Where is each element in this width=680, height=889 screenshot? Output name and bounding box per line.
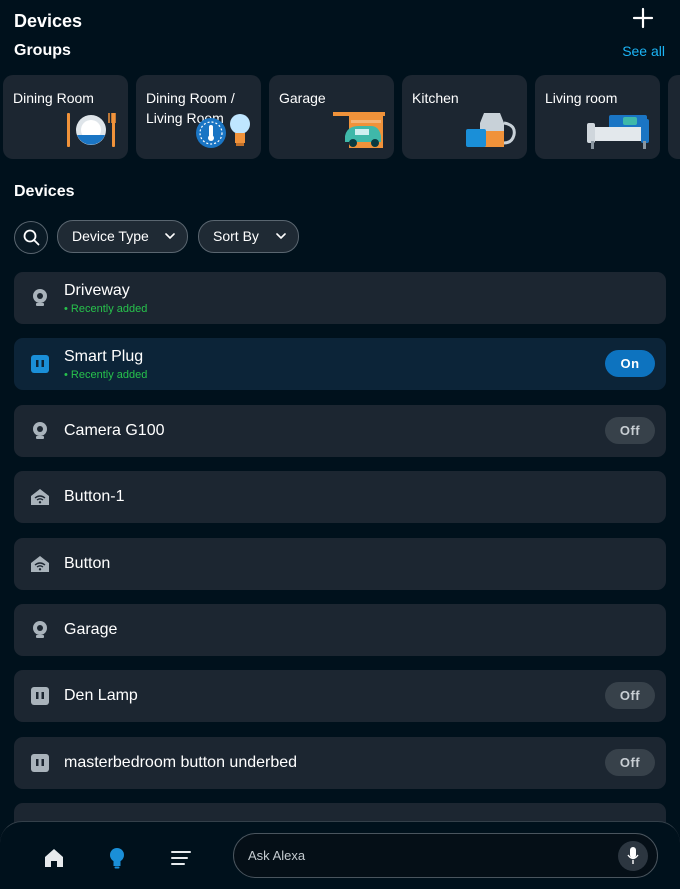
device-row-camera-g100[interactable]: Camera G100 Off bbox=[14, 405, 666, 457]
ask-alexa-placeholder: Ask Alexa bbox=[248, 848, 306, 863]
group-card-dining-living[interactable]: Dining Room / Living Room bbox=[136, 75, 261, 159]
wifi-home-icon bbox=[31, 489, 49, 505]
page-title: Devices bbox=[14, 11, 83, 31]
group-card-garage[interactable]: Garage bbox=[269, 75, 394, 159]
group-card-partial[interactable] bbox=[668, 75, 680, 159]
group-card-dining-room[interactable]: Dining Room bbox=[3, 75, 128, 159]
dining-plate-icon bbox=[67, 113, 116, 147]
device-name: Camera G100 bbox=[64, 422, 165, 439]
device-row-garage[interactable]: Garage bbox=[14, 604, 666, 656]
device-name: Garage bbox=[64, 621, 118, 638]
kitchen-jug-icon bbox=[466, 113, 516, 147]
chevron-down-icon bbox=[165, 233, 175, 240]
recently-added-label: • Recently added bbox=[64, 303, 148, 315]
device-name: Smart Plug bbox=[64, 348, 144, 365]
group-card-living-room[interactable]: Living room bbox=[535, 75, 660, 159]
device-name: Button-1 bbox=[64, 488, 125, 505]
device-row-den-lamp[interactable]: Den Lamp Off bbox=[14, 670, 666, 722]
power-toggle[interactable]: Off bbox=[605, 417, 655, 444]
group-label: Dining Room bbox=[13, 90, 94, 106]
garage-car-icon bbox=[333, 112, 385, 148]
groups-title: Groups bbox=[14, 42, 71, 59]
group-label: Living room bbox=[545, 90, 618, 106]
power-toggle[interactable]: On bbox=[605, 350, 655, 377]
plug-icon bbox=[31, 754, 49, 772]
ask-alexa-input[interactable]: Ask Alexa bbox=[233, 833, 658, 878]
group-label: Garage bbox=[279, 90, 326, 106]
device-row-button[interactable]: Button bbox=[14, 538, 666, 590]
device-row-smart-plug[interactable]: Smart Plug • Recently added On bbox=[14, 338, 666, 390]
see-all-link[interactable]: See all bbox=[622, 40, 665, 62]
home-icon[interactable] bbox=[42, 846, 66, 870]
groups-carousel[interactable]: Dining Room Dining Room / Living Room Ga… bbox=[3, 75, 680, 160]
camera-icon bbox=[33, 422, 47, 439]
search-icon bbox=[23, 229, 40, 246]
sort-by-dropdown[interactable]: Sort By bbox=[198, 220, 299, 253]
group-label: Kitchen bbox=[412, 90, 459, 106]
top-header: Devices bbox=[14, 7, 666, 34]
chevron-down-icon bbox=[276, 233, 286, 240]
group-card-kitchen[interactable]: Kitchen bbox=[402, 75, 527, 159]
device-row-masterbedroom-button[interactable]: masterbedroom button underbed Off bbox=[14, 737, 666, 789]
plug-icon bbox=[31, 687, 49, 705]
device-row-driveway[interactable]: Driveway • Recently added bbox=[14, 272, 666, 324]
camera-icon bbox=[33, 621, 47, 638]
plug-icon bbox=[31, 355, 49, 373]
bulb-icon[interactable] bbox=[105, 846, 129, 870]
camera-icon bbox=[33, 289, 47, 306]
device-type-label: Device Type bbox=[72, 228, 149, 244]
groups-header: Groups See all bbox=[14, 40, 665, 62]
thermostat-bulb-icon bbox=[196, 114, 250, 148]
device-name: masterbedroom button underbed bbox=[64, 754, 298, 771]
power-toggle[interactable]: Off bbox=[605, 682, 655, 709]
menu-icon[interactable] bbox=[169, 846, 193, 870]
sort-by-label: Sort By bbox=[213, 228, 259, 244]
recently-added-label: • Recently added bbox=[64, 369, 148, 381]
search-button[interactable] bbox=[14, 221, 48, 254]
device-name: Driveway bbox=[64, 282, 130, 299]
devices-section-title: Devices bbox=[14, 183, 75, 200]
device-type-dropdown[interactable]: Device Type bbox=[57, 220, 188, 253]
power-toggle[interactable]: Off bbox=[605, 749, 655, 776]
device-name: Button bbox=[64, 555, 111, 572]
microphone-button[interactable] bbox=[618, 841, 648, 871]
plus-icon[interactable] bbox=[632, 7, 654, 29]
device-name: Den Lamp bbox=[64, 687, 138, 704]
bottom-nav: Ask Alexa bbox=[0, 821, 680, 889]
device-row-button-1[interactable]: Button-1 bbox=[14, 471, 666, 523]
sofa-icon bbox=[587, 115, 649, 149]
microphone-icon bbox=[627, 847, 639, 864]
wifi-home-icon bbox=[31, 556, 49, 572]
